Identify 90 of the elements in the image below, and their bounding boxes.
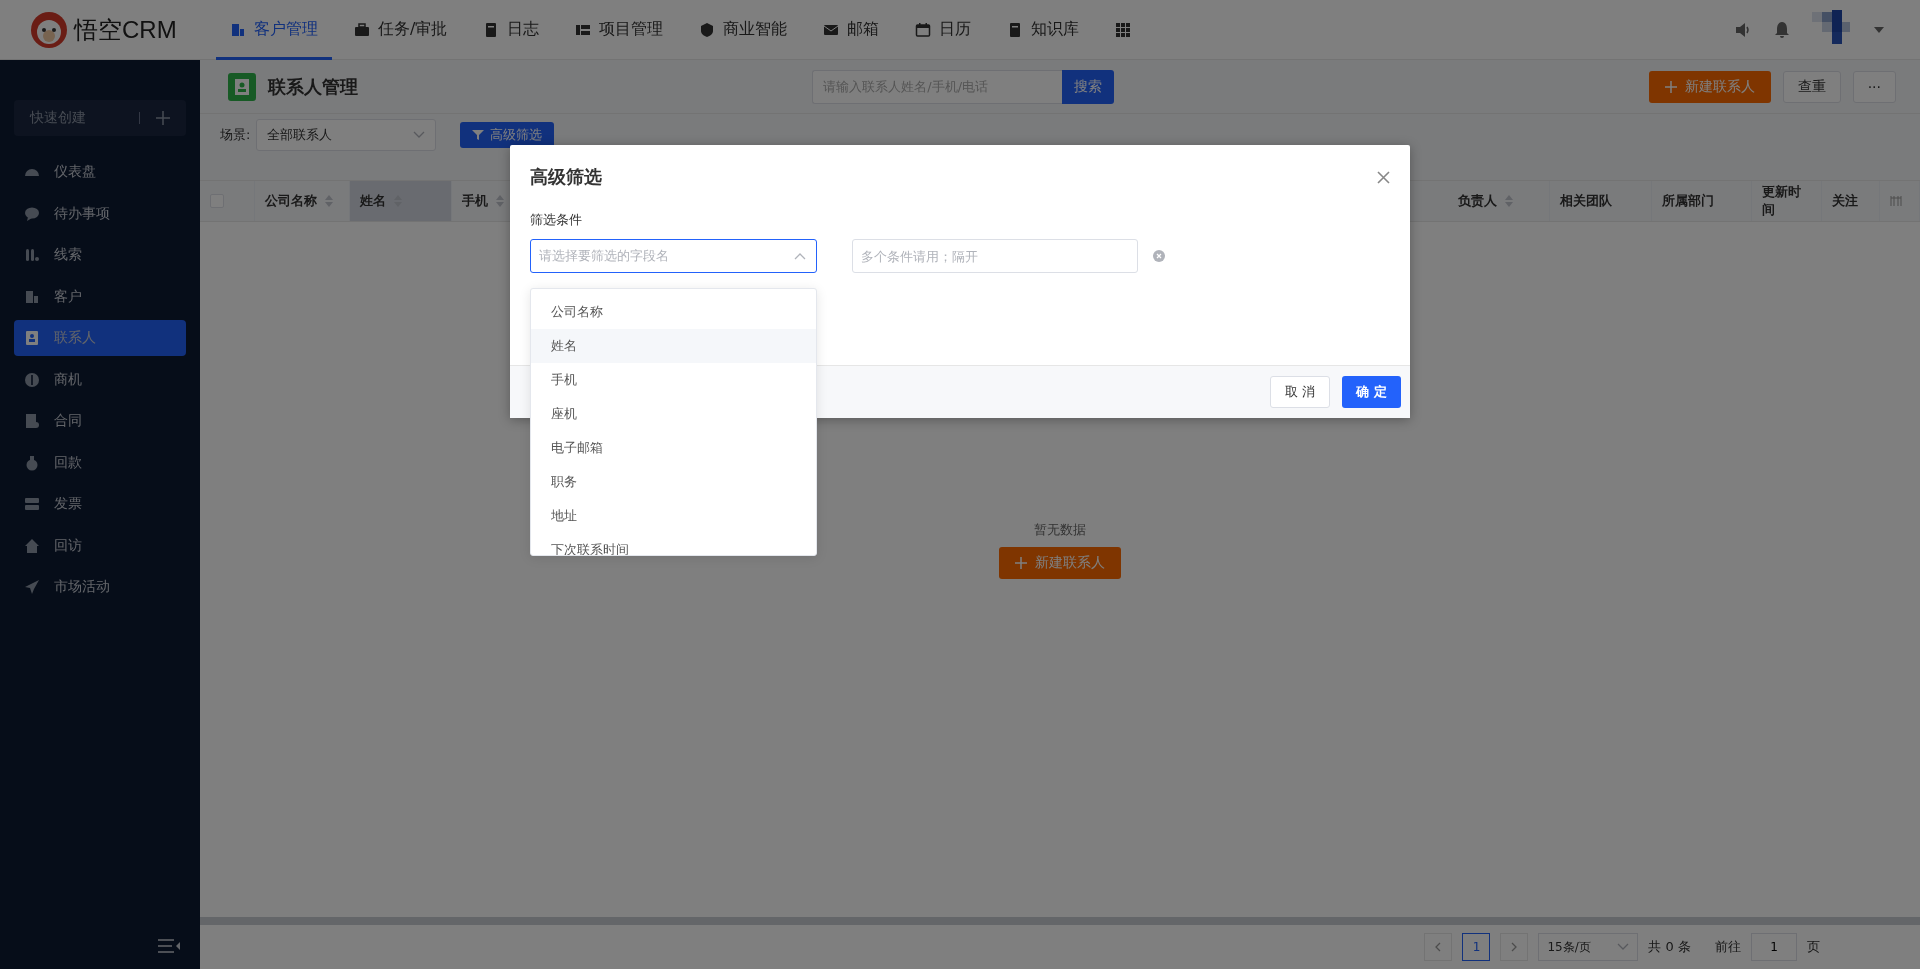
previous-page-button[interactable] xyxy=(1424,933,1453,961)
sidebar-item[interactable]: 商机 xyxy=(14,361,186,398)
dollar-icon xyxy=(24,371,40,388)
chevron-right-icon xyxy=(1511,942,1518,952)
dropdown-option[interactable]: 地址 xyxy=(531,499,816,533)
plus-icon xyxy=(1664,80,1677,93)
contact-book-icon xyxy=(228,72,256,101)
column-header[interactable]: 相关团队 xyxy=(1550,181,1652,221)
sidebar-item[interactable]: 市场活动 xyxy=(14,569,186,605)
column-header[interactable]: 更新时间 xyxy=(1752,181,1822,221)
page-title: 联系人管理 xyxy=(268,74,358,99)
column-header[interactable]: 所属部门 xyxy=(1652,181,1752,221)
chevron-left-icon xyxy=(1435,942,1442,952)
next-page-button[interactable] xyxy=(1500,933,1529,961)
sidebar-item[interactable]: 联系人 xyxy=(14,320,186,356)
goto-page-field[interactable]: 1 xyxy=(1751,933,1797,961)
bell-icon[interactable] xyxy=(1774,20,1790,39)
chevron-icon xyxy=(794,252,806,260)
nav-tab[interactable]: 客户管理 xyxy=(216,0,332,60)
speaker-icon[interactable] xyxy=(1734,20,1752,39)
cancel-button[interactable]: 取 消 xyxy=(1270,376,1331,408)
column-header[interactable]: 负责人 xyxy=(1448,181,1550,221)
nav-tab[interactable]: 日历 xyxy=(901,0,986,60)
caret-icon[interactable] xyxy=(1874,26,1884,33)
home-icon xyxy=(24,537,40,554)
new-contact-button[interactable]: 新建联系人 xyxy=(1648,70,1771,103)
close-icon[interactable] xyxy=(1377,170,1390,184)
plus-icon xyxy=(156,111,170,125)
sort-icon[interactable] xyxy=(1505,195,1513,207)
sidebar-item[interactable]: 发票 xyxy=(14,486,186,522)
dropdown-option[interactable]: 手机 xyxy=(531,363,816,397)
new-contact-button[interactable]: 新建联系人 xyxy=(999,546,1121,579)
dropdown-option[interactable]: 职务 xyxy=(531,465,816,499)
page-size-select[interactable]: 15条/页 xyxy=(1538,933,1639,961)
advanced-filter-button[interactable]: 高级筛选 xyxy=(460,122,555,148)
sort-icon[interactable] xyxy=(496,195,504,207)
contact-icon xyxy=(24,330,40,346)
scene-select[interactable]: 全部联系人 xyxy=(256,119,437,151)
dropdown-option[interactable]: 座机 xyxy=(531,397,816,431)
nav-tab[interactable]: 任务/审批 xyxy=(340,0,462,60)
grid-icon xyxy=(1115,21,1132,38)
briefcase-icon xyxy=(354,21,370,38)
confirm-button[interactable]: 确 定 xyxy=(1342,376,1401,408)
total-count: 共 0 条 xyxy=(1648,938,1691,956)
calendar-icon xyxy=(915,21,932,38)
columns-settings-icon[interactable] xyxy=(1890,195,1902,207)
chevron-icon xyxy=(413,131,426,139)
plane-icon xyxy=(24,579,40,595)
nav-tab[interactable]: 邮箱 xyxy=(809,0,894,60)
nav-tab[interactable]: 知识库 xyxy=(993,0,1094,60)
field-select[interactable]: 请选择要筛选的字段名 xyxy=(530,239,817,273)
nav-tab[interactable]: 日志 xyxy=(469,0,554,60)
nav-tab[interactable]: 项目管理 xyxy=(561,0,678,60)
sidebar-item[interactable]: 线索 xyxy=(14,237,186,273)
sidebar-item[interactable]: 待办事项 xyxy=(14,195,186,232)
sort-icon[interactable] xyxy=(325,195,333,207)
dedupe-button[interactable]: 查重 xyxy=(1782,70,1841,103)
chat-icon xyxy=(24,205,40,222)
column-header[interactable]: 姓名 xyxy=(350,181,452,221)
horizontal-scrollbar[interactable] xyxy=(200,917,1920,925)
sidebar-item[interactable]: 仪表盘 xyxy=(14,154,186,190)
dropdown-option[interactable]: 姓名 xyxy=(531,329,816,363)
plus-icon xyxy=(1015,556,1027,569)
condition-value-field[interactable]: 多个条件请用；隔开 xyxy=(852,239,1138,273)
ticket-icon xyxy=(24,496,40,512)
dropdown-option[interactable]: 电子邮箱 xyxy=(531,431,816,465)
chevron-icon xyxy=(1617,943,1630,951)
monkey-logo-icon xyxy=(30,10,68,49)
filter-icon xyxy=(472,129,485,141)
scene-label: 场景: xyxy=(220,126,251,144)
building-icon xyxy=(230,21,246,38)
dropdown-option[interactable]: 公司名称 xyxy=(531,295,816,329)
column-header[interactable]: 关注 xyxy=(1822,181,1880,221)
page-number-button[interactable]: 1 xyxy=(1462,933,1491,961)
page-unit-label: 页 xyxy=(1807,938,1820,956)
collapse-menu-icon[interactable] xyxy=(158,939,180,953)
sidebar-item[interactable]: 合同 xyxy=(14,403,186,439)
shield-icon xyxy=(699,21,716,38)
brand-name: 悟空CRM xyxy=(74,14,177,45)
building-icon xyxy=(24,288,40,305)
sidebar-item[interactable]: 客户 xyxy=(14,278,186,315)
remove-condition-icon[interactable] xyxy=(1153,250,1165,262)
sidebar-item[interactable]: 回款 xyxy=(14,444,186,481)
search-button[interactable]: 搜索 xyxy=(1062,69,1115,104)
goto-label: 前往 xyxy=(1715,938,1741,956)
nav-tab[interactable]: 商业智能 xyxy=(685,0,802,60)
sidebar-item[interactable]: 回访 xyxy=(14,527,186,564)
more-button[interactable]: ··· xyxy=(1852,70,1896,103)
empty-message: 暂无数据 xyxy=(1034,520,1086,539)
bag-icon xyxy=(24,454,40,471)
